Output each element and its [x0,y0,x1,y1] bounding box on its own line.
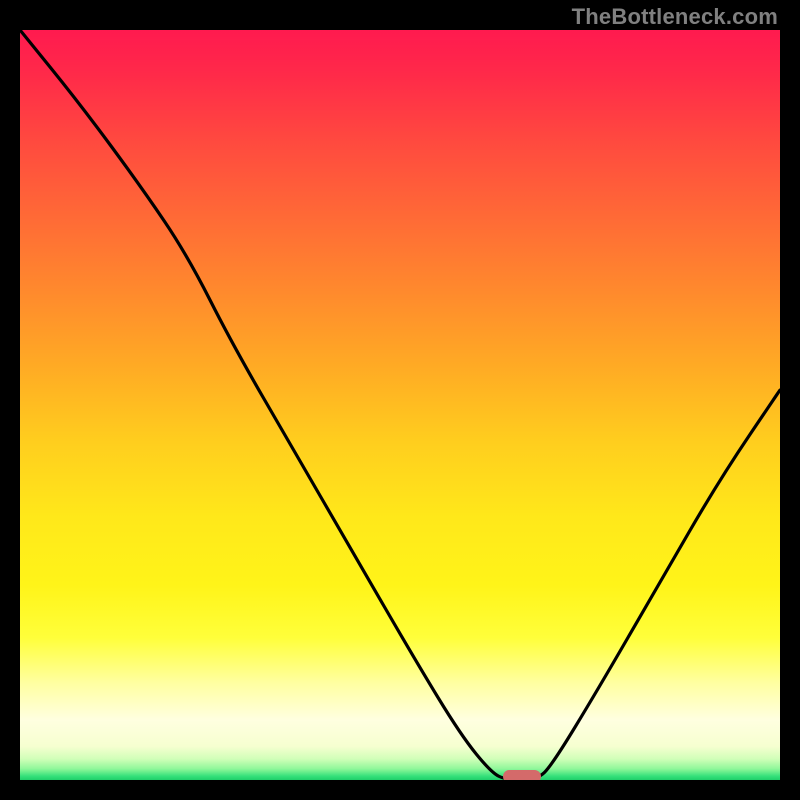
optimal-point-marker [503,770,541,781]
outer-black-frame: TheBottleneck.com [0,0,800,800]
plot-area [20,30,780,780]
bottleneck-curve [20,30,780,780]
watermark-text: TheBottleneck.com [572,4,778,30]
